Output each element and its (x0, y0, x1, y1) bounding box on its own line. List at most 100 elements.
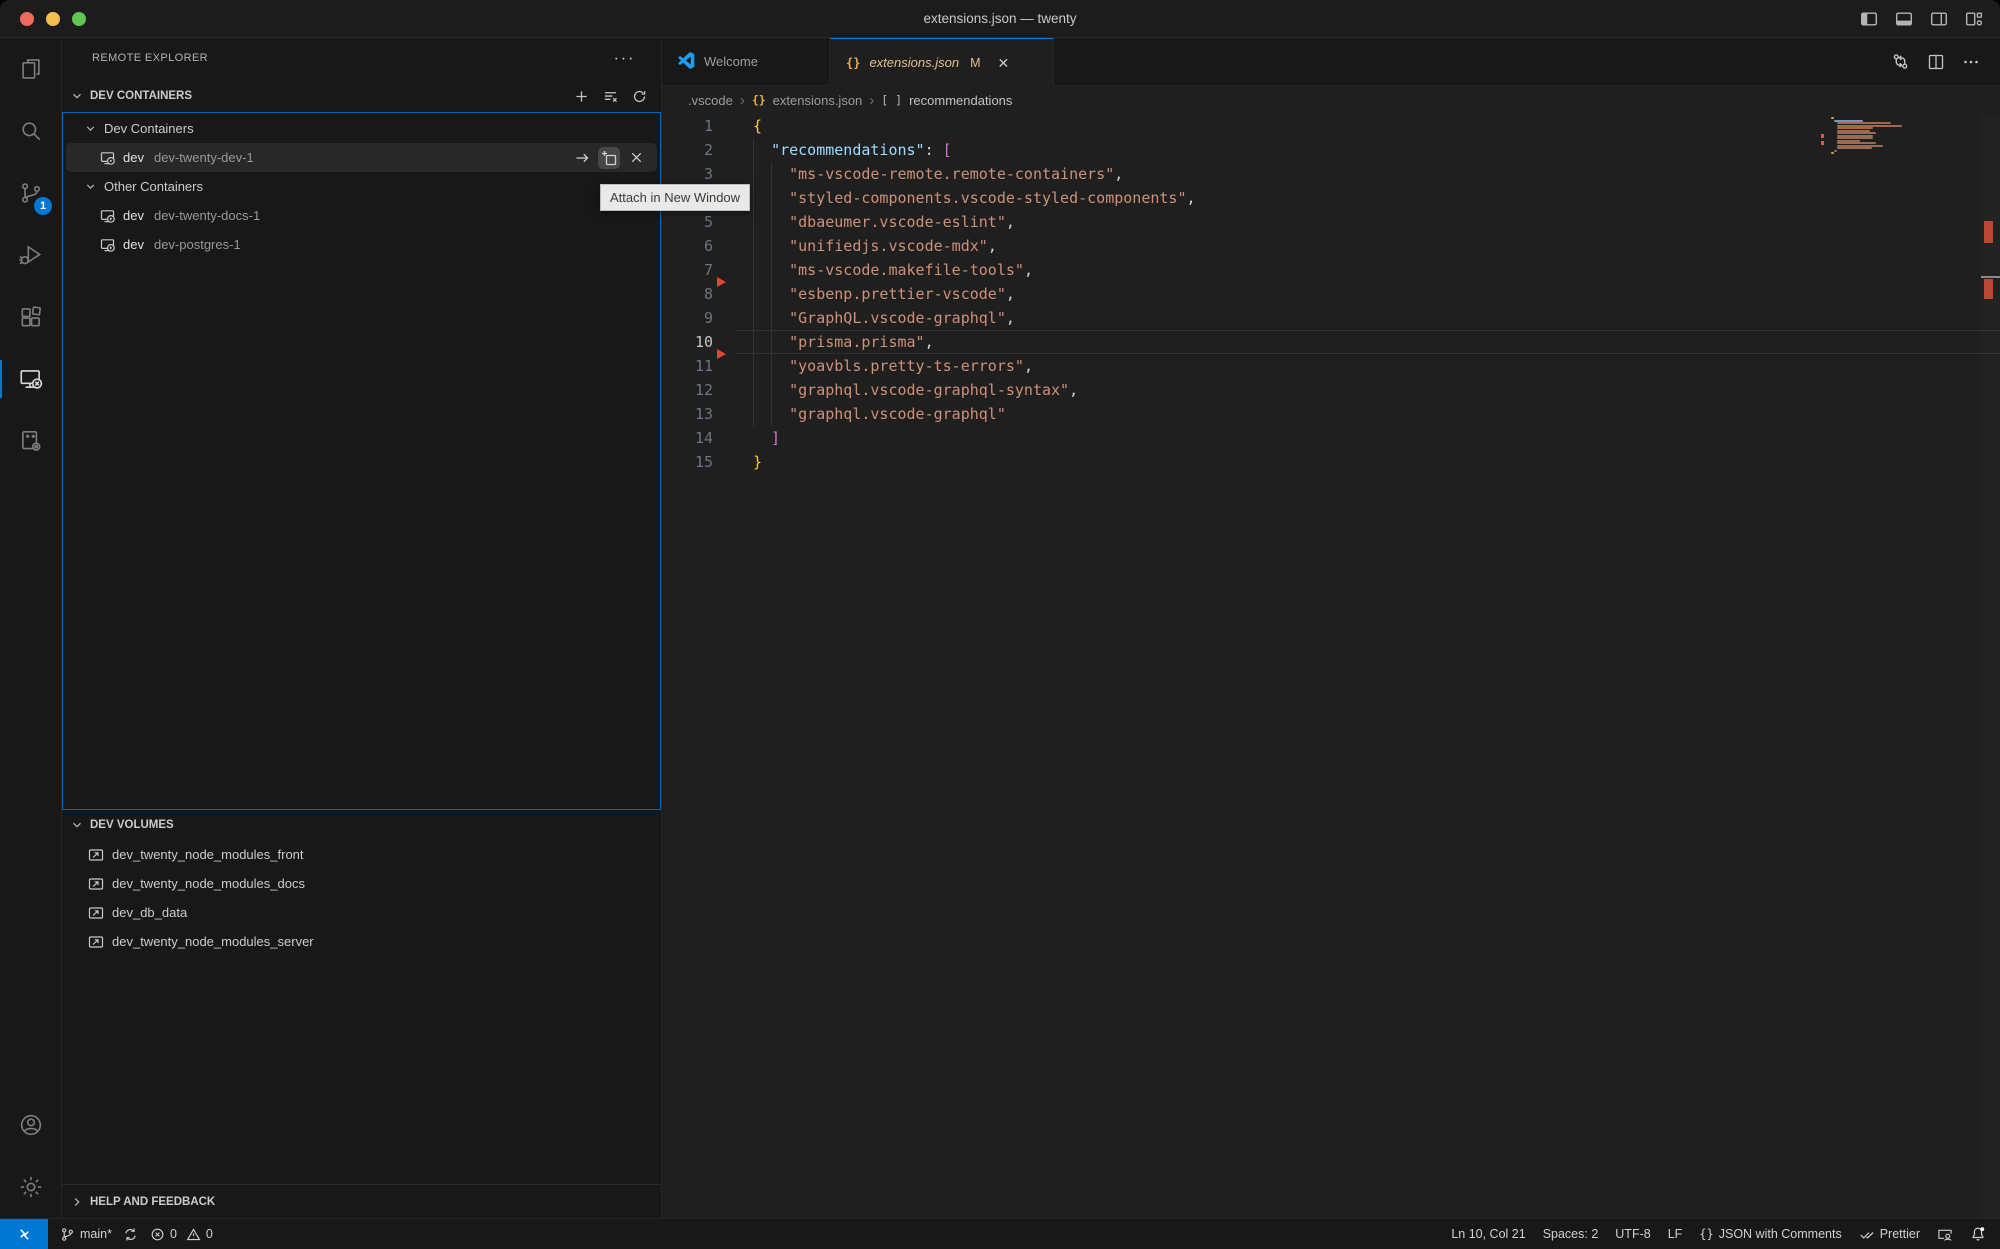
section-dev-volumes[interactable]: DEV VOLUMES (62, 810, 661, 840)
minimap-line (1831, 152, 1834, 154)
gutter-marker-icon (717, 349, 726, 359)
breadcrumb-file[interactable]: extensions.json (773, 93, 863, 108)
tree-group-other-containers[interactable]: Other Containers (66, 172, 657, 201)
indentation-status[interactable]: Spaces: 2 (1543, 1227, 1599, 1241)
volume-icon (88, 934, 104, 950)
code-line-15[interactable]: 15} (662, 450, 2000, 474)
customize-layout-icon[interactable] (1964, 9, 1984, 29)
chevron-down-icon[interactable] (70, 818, 84, 832)
container-icon (100, 237, 116, 253)
formatter-status[interactable]: Prettier (1859, 1227, 1920, 1242)
toggle-secondary-sidebar-icon[interactable] (1929, 9, 1949, 29)
code-line-10[interactable]: 10 "prisma.prisma", (662, 330, 2000, 354)
volume-name: dev_db_data (112, 905, 187, 920)
code-line-8[interactable]: 8 "esbenp.prettier-vscode", (662, 282, 2000, 306)
code-editor[interactable]: 1{2 "recommendations": [3 "ms-vscode-rem… (662, 114, 2000, 1218)
activity-run-debug-icon[interactable] (0, 224, 61, 286)
encoding-status[interactable]: UTF-8 (1615, 1227, 1650, 1241)
toggle-primary-sidebar-icon[interactable] (1859, 9, 1879, 29)
line-content: "graphql.vscode-graphql-syntax", (753, 378, 1078, 402)
code-line-11[interactable]: 11 "yoavbls.pretty-ts-errors", (662, 354, 2000, 378)
section-label: HELP AND FEEDBACK (90, 1196, 215, 1208)
activity-container-tools-icon[interactable] (0, 410, 61, 472)
attach-in-new-window-tooltip: Attach in New Window (600, 184, 750, 211)
stop-container-icon[interactable] (625, 147, 647, 169)
split-editor-icon[interactable] (1927, 53, 1945, 71)
sync-icon[interactable] (123, 1227, 138, 1242)
sidebar-more-actions-icon[interactable]: ··· (614, 53, 635, 63)
tab-extensions-json[interactable]: {} extensions.json M ✕ (830, 38, 1054, 86)
minimap-line (1837, 147, 1872, 149)
warnings-icon (186, 1227, 201, 1242)
code-line-12[interactable]: 12 "graphql.vscode-graphql-syntax", (662, 378, 2000, 402)
minimap-marker (1821, 134, 1824, 138)
problems-status[interactable]: 0 0 (150, 1227, 213, 1242)
code-line-1[interactable]: 1{ (662, 114, 2000, 138)
code-line-2[interactable]: 2 "recommendations": [ (662, 138, 2000, 162)
volume-row[interactable]: dev_twenty_node_modules_docs (62, 869, 661, 898)
language-mode-status[interactable]: {} JSON with Comments (1699, 1227, 1841, 1241)
json-braces-icon: {} (846, 56, 860, 70)
code-line-9[interactable]: 9 "GraphQL.vscode-graphql", (662, 306, 2000, 330)
attach-in-new-window-icon[interactable] (598, 147, 620, 169)
eol-status[interactable]: LF (1668, 1227, 1683, 1241)
activity-search-icon[interactable] (0, 100, 61, 162)
remote-indicator[interactable] (0, 1219, 48, 1249)
open-changes-icon[interactable] (1891, 52, 1910, 71)
clear-list-icon[interactable] (603, 89, 618, 104)
line-number: 7 (662, 258, 713, 282)
container-row-dev-postgres-1[interactable]: dev dev-postgres-1 (66, 230, 657, 259)
volume-row[interactable]: dev_db_data (62, 898, 661, 927)
section-dev-containers[interactable]: DEV CONTAINERS (62, 82, 661, 110)
code-line-4[interactable]: 4 "styled-components.vscode-styled-compo… (662, 186, 2000, 210)
activity-explorer-icon[interactable] (0, 38, 61, 100)
activity-extensions-icon[interactable] (0, 286, 61, 348)
attach-to-container-icon[interactable] (571, 147, 593, 169)
activity-source-control-icon[interactable]: 1 (0, 162, 61, 224)
notifications-bell-icon[interactable] (1970, 1226, 1986, 1242)
toggle-panel-icon[interactable] (1894, 9, 1914, 29)
tab-bar: Welcome {} extensions.json M ✕ (662, 38, 2000, 86)
line-content: ] (753, 426, 780, 450)
overview-ruler-divider (1981, 276, 2000, 278)
chevron-down-icon[interactable] (70, 89, 84, 103)
tab-welcome[interactable]: Welcome (662, 38, 830, 85)
breadcrumb-symbol[interactable]: recommendations (909, 93, 1012, 108)
new-container-plus-icon[interactable] (574, 89, 589, 104)
code-line-5[interactable]: 5 "dbaeumer.vscode-eslint", (662, 210, 2000, 234)
activity-remote-explorer-icon[interactable] (0, 348, 61, 410)
volume-row[interactable]: dev_twenty_node_modules_front (62, 840, 661, 869)
container-row-dev-twenty-dev-1[interactable]: dev dev-twenty-dev-1 (66, 143, 657, 172)
sidebar-title-row: REMOTE EXPLORER ··· (62, 38, 661, 78)
code-line-14[interactable]: 14 ] (662, 426, 2000, 450)
line-content: "recommendations": [ (753, 138, 952, 162)
git-branch-status[interactable]: main* (60, 1227, 138, 1242)
line-number: 10 (662, 330, 713, 354)
code-line-3[interactable]: 3 "ms-vscode-remote.remote-containers", (662, 162, 2000, 186)
line-number: 3 (662, 162, 713, 186)
code-line-13[interactable]: 13 "graphql.vscode-graphql" (662, 402, 2000, 426)
volume-row[interactable]: dev_twenty_node_modules_server (62, 927, 661, 956)
code-line-7[interactable]: 7 "ms-vscode.makefile-tools", (662, 258, 2000, 282)
sidebar-remote-explorer: REMOTE EXPLORER ··· DEV CONTAINERS Dev C… (62, 38, 662, 1218)
line-content: "styled-components.vscode-styled-compone… (753, 186, 1196, 210)
close-tab-icon[interactable]: ✕ (998, 56, 1010, 70)
accounts-icon[interactable] (0, 1094, 61, 1156)
container-name: dev (123, 150, 144, 165)
container-icon (100, 150, 116, 166)
code-line-6[interactable]: 6 "unifiedjs.vscode-mdx", (662, 234, 2000, 258)
section-help-and-feedback[interactable]: HELP AND FEEDBACK (62, 1184, 661, 1218)
container-row-dev-twenty-docs-1[interactable]: dev dev-twenty-docs-1 (66, 201, 657, 230)
cursor-position-status[interactable]: Ln 10, Col 21 (1451, 1227, 1525, 1241)
breadcrumb-folder[interactable]: .vscode (688, 93, 733, 108)
feedback-icon[interactable] (1937, 1227, 1953, 1242)
minimap[interactable] (1821, 117, 1981, 187)
overview-ruler[interactable] (1981, 114, 2000, 1218)
tree-group-dev-containers[interactable]: Dev Containers (66, 114, 657, 143)
branch-icon (60, 1227, 75, 1242)
section-label: DEV CONTAINERS (90, 90, 192, 102)
more-actions-icon[interactable] (1962, 53, 1980, 71)
settings-gear-icon[interactable] (0, 1156, 61, 1218)
refresh-icon[interactable] (632, 89, 647, 104)
line-number: 15 (662, 450, 713, 474)
